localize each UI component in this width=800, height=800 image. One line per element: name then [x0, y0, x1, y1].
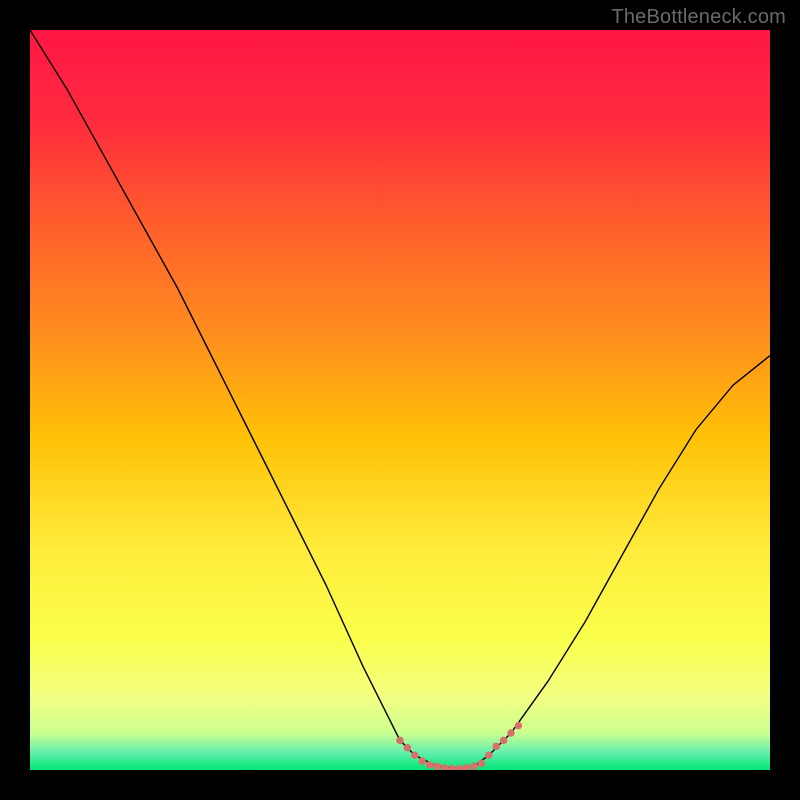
watermark-text: TheBottleneck.com: [611, 6, 786, 29]
chart-background: [30, 30, 770, 770]
chart-point-highlight-bottom: [418, 757, 426, 765]
chart-point-highlight-bottom: [396, 737, 404, 745]
chart-point-highlight-bottom: [411, 751, 419, 759]
chart-point-highlight-bottom: [478, 760, 486, 768]
chart-svg: [30, 30, 770, 770]
chart-point-highlight-bottom: [515, 722, 523, 730]
chart-point-highlight-bottom: [470, 763, 478, 770]
chart-point-highlight-bottom: [507, 729, 515, 737]
chart-point-highlight-bottom: [404, 744, 412, 752]
chart-point-highlight-bottom: [485, 751, 493, 759]
chart-point-highlight-bottom: [426, 761, 434, 769]
chart-plot-area: [30, 30, 770, 770]
chart-point-highlight-bottom: [492, 743, 500, 751]
chart-point-highlight-bottom: [433, 763, 441, 770]
chart-point-highlight-bottom: [500, 737, 508, 745]
